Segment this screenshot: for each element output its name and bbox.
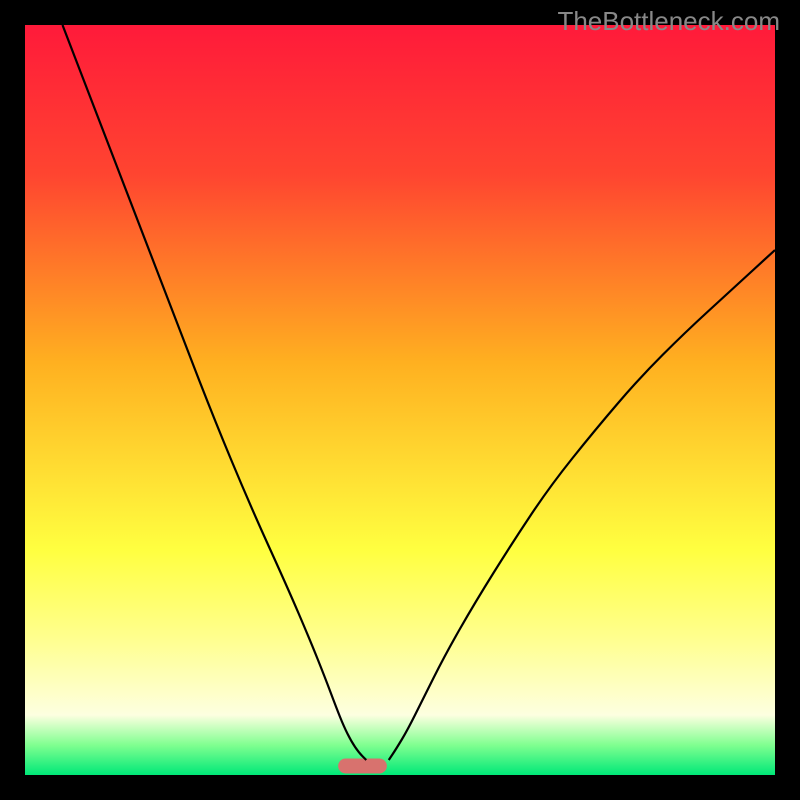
- chart-container: TheBottleneck.com: [0, 0, 800, 800]
- plot-background: [25, 25, 775, 775]
- curve-chart: [25, 25, 775, 775]
- watermark-label: TheBottleneck.com: [557, 6, 780, 37]
- minimum-marker: [338, 759, 387, 774]
